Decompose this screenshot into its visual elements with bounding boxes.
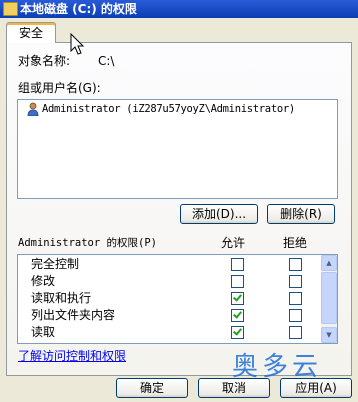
permission-row-full-control: 完全控制 — [18, 256, 320, 273]
title-bar[interactable]: 本地磁盘 (C:) 的权限 — [0, 0, 358, 18]
allow-checkbox[interactable] — [231, 292, 244, 305]
allow-checkbox[interactable] — [231, 326, 244, 339]
permission-row-read: 读取 — [18, 324, 320, 341]
deny-checkbox[interactable] — [289, 292, 302, 305]
allow-column-header: 允许 — [221, 236, 246, 250]
permission-name: 列出文件夹内容 — [31, 308, 116, 322]
folder-icon — [3, 2, 18, 16]
scroll-up-icon[interactable]: ▲ — [321, 255, 337, 271]
scroll-down-icon[interactable]: ▼ — [321, 327, 337, 343]
permission-row-modify: 修改 — [18, 273, 320, 290]
permission-name: 读取和执行 — [31, 291, 92, 305]
ok-button[interactable]: 确定 — [116, 378, 188, 398]
permissions-header: Administrator 的权限(P) — [18, 237, 157, 249]
remove-button[interactable]: 删除(R) — [267, 204, 335, 224]
permission-name: 修改 — [31, 274, 56, 288]
permission-row-read-execute: 读取和执行 — [18, 290, 320, 307]
permission-name: 读取 — [31, 325, 56, 339]
permission-name: 完全控制 — [31, 257, 80, 271]
allow-checkbox[interactable] — [231, 275, 244, 288]
vertical-scrollbar[interactable]: ▲ ▼ — [321, 255, 337, 343]
user-icon — [27, 102, 39, 116]
object-name-value: C:\ — [98, 54, 115, 68]
watermark-logo: 奥多云 — [232, 352, 323, 382]
deny-checkbox[interactable] — [289, 309, 302, 322]
permissions-list[interactable]: 完全控制 修改 读取和执行 列出文件夹内容 读取 ▲ ▼ — [17, 254, 338, 344]
allow-checkbox[interactable] — [231, 309, 244, 322]
deny-checkbox[interactable] — [289, 326, 302, 339]
object-name-label: 对象名称: — [18, 54, 71, 68]
scroll-thumb[interactable] — [321, 272, 337, 324]
window-title: 本地磁盘 (C:) 的权限 — [20, 2, 137, 16]
permission-row-list-folder: 列出文件夹内容 — [18, 307, 320, 324]
help-link[interactable]: 了解访问控制和权限 — [18, 349, 126, 363]
deny-checkbox[interactable] — [289, 275, 302, 288]
allow-checkbox[interactable] — [231, 258, 244, 271]
mouse-cursor-icon — [70, 33, 85, 55]
group-user-list[interactable]: Administrator (iZ287u57yoyZ\Administrato… — [17, 99, 338, 199]
deny-checkbox[interactable] — [289, 258, 302, 271]
group-user-label: 组或用户名(G): — [18, 81, 101, 95]
user-name: Administrator (iZ287u57yoyZ\Administrato… — [42, 103, 295, 115]
deny-column-header: 拒绝 — [283, 236, 308, 250]
tab-security[interactable]: 安全 — [6, 22, 56, 43]
add-button[interactable]: 添加(D)... — [180, 204, 258, 224]
